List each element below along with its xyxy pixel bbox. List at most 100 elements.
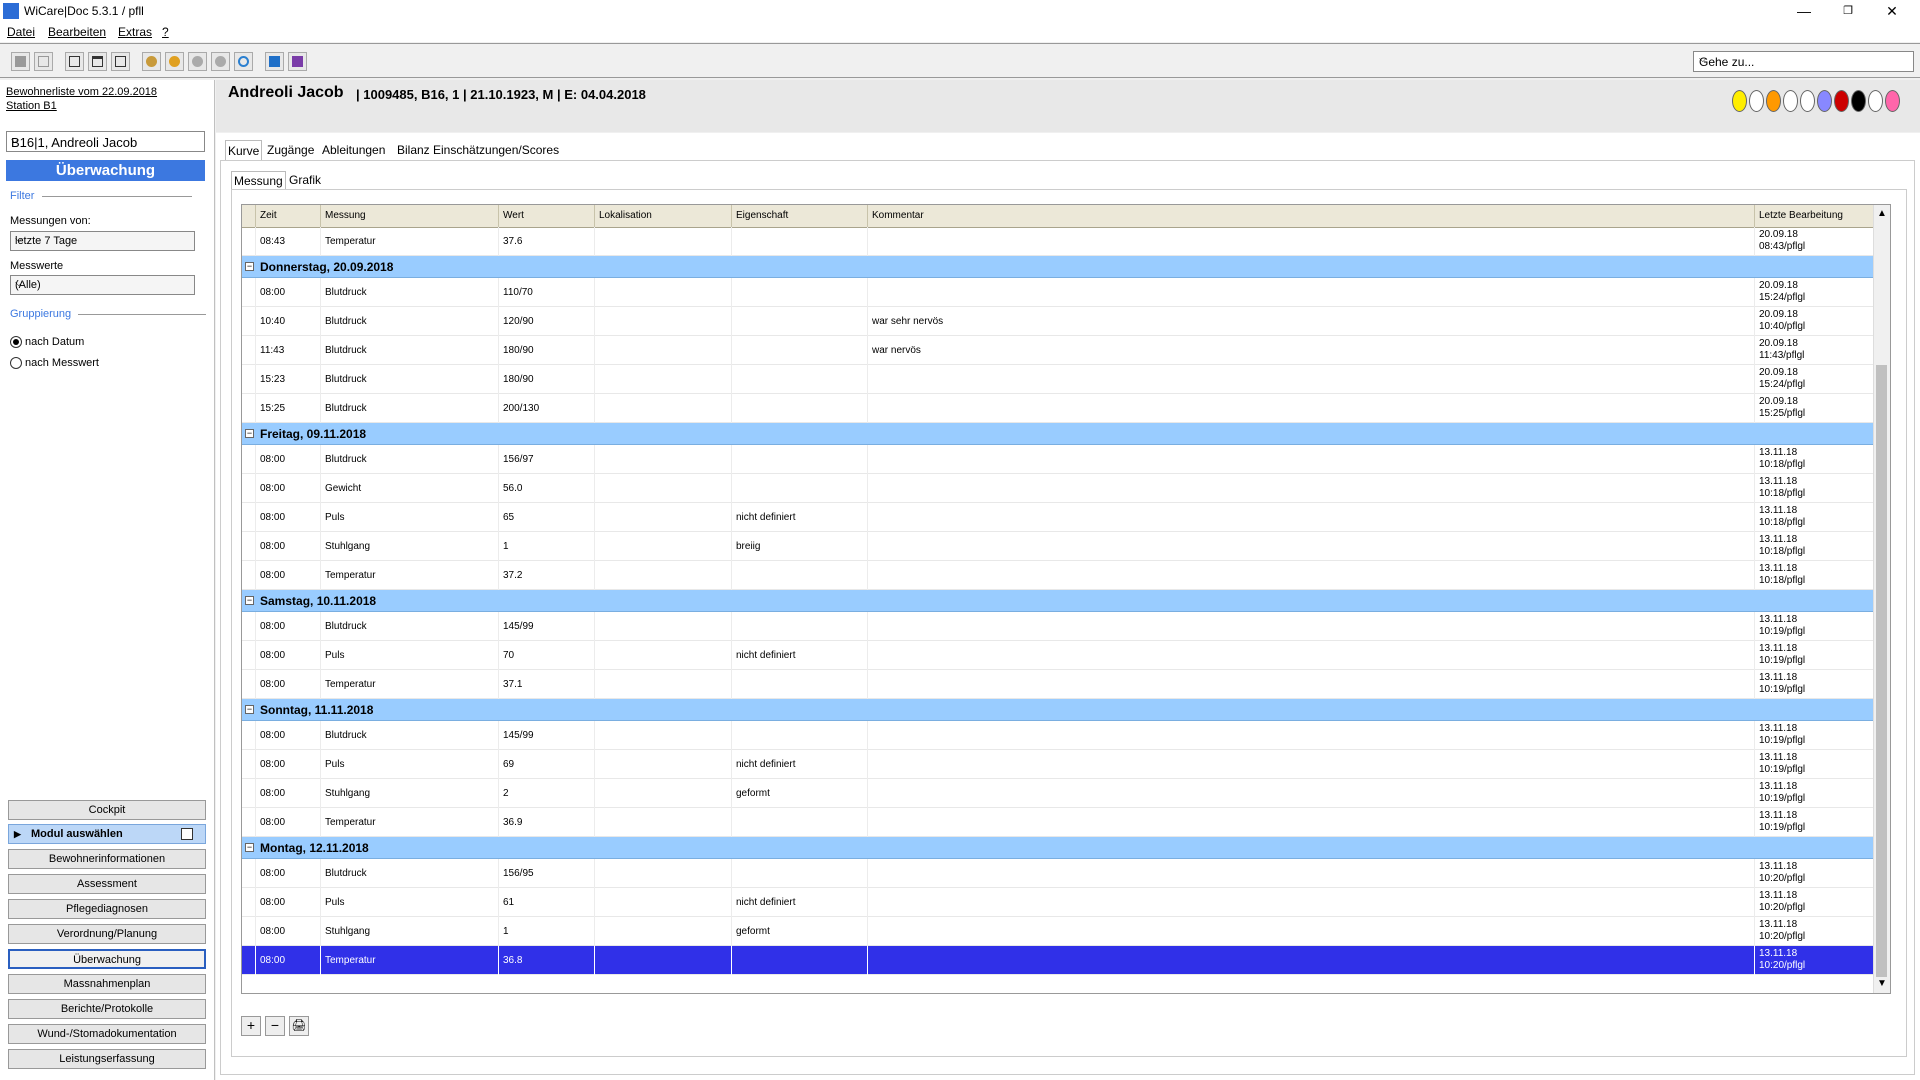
table-row[interactable]: 08:00 Blutdruck 145/99 13.11.18 10:19/pflgl — [242, 721, 1874, 750]
table-row[interactable]: 08:00 Gewicht 56.0 13.11.18 10:18/pflgl — [242, 474, 1874, 503]
scroll-up-icon[interactable]: ▲ — [1877, 208, 1887, 219]
group-by-value-label[interactable]: nach Messwert — [25, 357, 99, 369]
purple-square-icon[interactable] — [288, 52, 307, 71]
col-zeit-cell: 08:00 — [255, 670, 320, 699]
collapse-icon[interactable]: − — [245, 262, 254, 271]
module-select-checkbox[interactable] — [181, 828, 193, 840]
table-row[interactable]: 08:00 Temperatur 37.2 13.11.18 10:18/pflgl — [242, 561, 1874, 590]
window-icon[interactable] — [88, 52, 107, 71]
col-lokalisation-header[interactable]: Lokalisation — [594, 205, 731, 227]
users-icon[interactable] — [142, 52, 161, 71]
nav-monitoring[interactable]: Überwachung — [8, 949, 206, 969]
nav-measures-plan[interactable]: Massnahmenplan — [8, 974, 206, 994]
table-row[interactable]: 15:23 Blutdruck 180/90 20.09.18 15:24/pflgl — [242, 365, 1874, 394]
tab-bilanz[interactable]: Bilanz — [395, 140, 432, 160]
vertical-scrollbar[interactable]: ▲ ▼ — [1873, 205, 1890, 993]
menu-bar: Datei Bearbeiten Extras ? — [0, 22, 1920, 42]
col-wert-header[interactable]: Wert — [498, 205, 594, 227]
group-row[interactable]: − Montag, 12.11.2018 — [242, 837, 1874, 859]
add-button[interactable]: + — [241, 1016, 261, 1036]
menu-extras[interactable]: Extras — [118, 25, 152, 39]
collapse-icon[interactable]: − — [245, 429, 254, 438]
resident-list-link[interactable]: Bewohnerliste vom 22.09.2018 — [6, 86, 157, 98]
group-row[interactable]: − Sonntag, 11.11.2018 — [242, 699, 1874, 721]
col-zeit-cell: 08:00 — [255, 779, 320, 808]
nav-wound[interactable]: Wund-/Stomadokumentation — [8, 1024, 206, 1044]
collapse-icon[interactable]: − — [245, 843, 254, 852]
scroll-down-icon[interactable]: ▼ — [1877, 978, 1887, 989]
user-edit-icon[interactable] — [211, 52, 230, 71]
table-row[interactable]: 08:00 Stuhlgang 2 geformt 13.11.18 10:19/pflg… — [242, 779, 1874, 808]
group-row[interactable]: − Freitag, 09.11.2018 — [242, 423, 1874, 445]
table-row[interactable]: 08:00 Blutdruck 156/97 13.11.18 10:18/pflgl — [242, 445, 1874, 474]
col-messung-header[interactable]: Messung — [320, 205, 498, 227]
table-row[interactable]: 08:00 Puls 65 nicht definiert 13.11.18 10:18/… — [242, 503, 1874, 532]
minimize-button[interactable]: — — [1782, 0, 1826, 22]
table-row[interactable]: 08:00 Puls 70 nicht definiert 13.11.18 10:19/… — [242, 641, 1874, 670]
table-row[interactable]: 08:00 Blutdruck 110/70 20.09.18 15:24/pflgl — [242, 278, 1874, 307]
resident-select[interactable]: B16|1, Andreoli Jacob ⌵ — [6, 131, 205, 152]
measure-values-select[interactable]: (Alle) ⌵ — [10, 275, 195, 295]
table-row[interactable]: 08:00 Puls 69 nicht definiert 13.11.18 10:19/… — [242, 750, 1874, 779]
measurements-from-select[interactable]: letzte 7 Tage ⌵ — [10, 231, 195, 251]
save-icon[interactable] — [11, 52, 30, 71]
tab-ableitungen[interactable]: Ableitungen — [320, 140, 387, 160]
tab-kurve[interactable]: Kurve — [225, 140, 263, 161]
undo-icon[interactable] — [34, 52, 53, 71]
collapse-icon[interactable]: − — [245, 596, 254, 605]
nav-prescription[interactable]: Verordnung/Planung — [8, 924, 206, 944]
menu-datei[interactable]: Datei — [7, 25, 35, 39]
nav-cockpit[interactable]: Cockpit — [8, 800, 206, 820]
nav-care-diagnoses[interactable]: Pflegediagnosen — [8, 899, 206, 919]
nav-reports[interactable]: Berichte/Protokolle — [8, 999, 206, 1019]
edit-icon[interactable] — [111, 52, 130, 71]
subtab-grafik[interactable]: Grafik — [287, 171, 323, 189]
measurement-grid[interactable]: Zeit Messung Wert Lokalisation Eigenschaft Ko… — [241, 204, 1891, 994]
table-row[interactable]: 08:00 Stuhlgang 1 breiig 13.11.18 10:18/pflgl — [242, 532, 1874, 561]
maximize-button[interactable]: ❐ — [1826, 0, 1870, 22]
station-link[interactable]: Station B1 — [6, 100, 57, 112]
menu-help[interactable]: ? — [162, 25, 169, 39]
refresh-icon[interactable] — [234, 52, 253, 71]
table-row[interactable]: 08:00 Temperatur 37.1 13.11.18 10:19/pflgl — [242, 670, 1874, 699]
table-row[interactable]: 08:00 Puls 61 nicht definiert 13.11.18 10:20/… — [242, 888, 1874, 917]
group-by-date-label[interactable]: nach Datum — [25, 336, 84, 348]
table-row[interactable]: 08:00 Temperatur 36.9 13.11.18 10:19/pflgl — [242, 808, 1874, 837]
nav-resident-info[interactable]: Bewohnerinformationen — [8, 849, 206, 869]
col-zeit-header[interactable]: Zeit — [255, 205, 320, 227]
table-row[interactable]: 08:00 Blutdruck 145/99 13.11.18 10:19/pflgl — [242, 612, 1874, 641]
col-letzte-bearbeitung-header[interactable]: Letzte Bearbeitung — [1754, 205, 1874, 227]
table-row[interactable]: 15:25 Blutdruck 200/130 20.09.18 15:25/pflgl — [242, 394, 1874, 423]
user-remove-icon[interactable] — [188, 52, 207, 71]
edit-date: 20.09.18 — [1759, 396, 1798, 407]
goto-dropdown[interactable]: Gehe zu... ⌵ — [1693, 51, 1914, 72]
nav-module-select[interactable]: ▶ Modul auswählen — [8, 824, 206, 844]
group-row[interactable]: − Donnerstag, 20.09.2018 — [242, 256, 1874, 278]
table-row[interactable]: 08:00 Temperatur 36.8 13.11.18 10:20/pflgl — [242, 946, 1874, 975]
table-row[interactable]: 08:00 Blutdruck 156/95 13.11.18 10:20/pflgl — [242, 859, 1874, 888]
tab-zugaenge[interactable]: Zugänge — [265, 140, 316, 160]
nav-services[interactable]: Leistungserfassung — [8, 1049, 206, 1069]
print-icon[interactable]: 🖨 — [289, 1016, 309, 1036]
col-kommentar-header[interactable]: Kommentar — [867, 205, 1754, 227]
edit-time-user: 10:18/pflgl — [1759, 488, 1806, 499]
nav-assessment[interactable]: Assessment — [8, 874, 206, 894]
table-row[interactable]: 11:43 Blutdruck 180/90 war nervös 20.09.18 11… — [242, 336, 1874, 365]
group-row[interactable]: − Samstag, 10.11.2018 — [242, 590, 1874, 612]
col-eigenschaft-header[interactable]: Eigenschaft — [731, 205, 867, 227]
table-row[interactable]: 08:00 Stuhlgang 1 geformt 13.11.18 10:20/pflg… — [242, 917, 1874, 946]
menu-bearbeiten[interactable]: Bearbeiten — [48, 25, 106, 39]
group-by-value-radio[interactable] — [10, 357, 22, 369]
user-icon[interactable] — [165, 52, 184, 71]
tab-einschaetzungen[interactable]: Einschätzungen/Scores — [431, 140, 561, 160]
subtab-messung[interactable]: Messung — [231, 171, 286, 190]
close-button[interactable]: ✕ — [1870, 0, 1914, 22]
scroll-thumb[interactable] — [1876, 365, 1887, 977]
book-icon[interactable] — [265, 52, 284, 71]
remove-button[interactable]: − — [265, 1016, 285, 1036]
table-row[interactable]: 08:43 Temperatur 37.6 20.09.18 08:43/pflgl — [242, 227, 1874, 256]
table-row[interactable]: 10:40 Blutdruck 120/90 war sehr nervös 20.09… — [242, 307, 1874, 336]
group-by-date-radio[interactable] — [10, 336, 22, 348]
new-entry-icon[interactable] — [65, 52, 84, 71]
collapse-icon[interactable]: − — [245, 705, 254, 714]
